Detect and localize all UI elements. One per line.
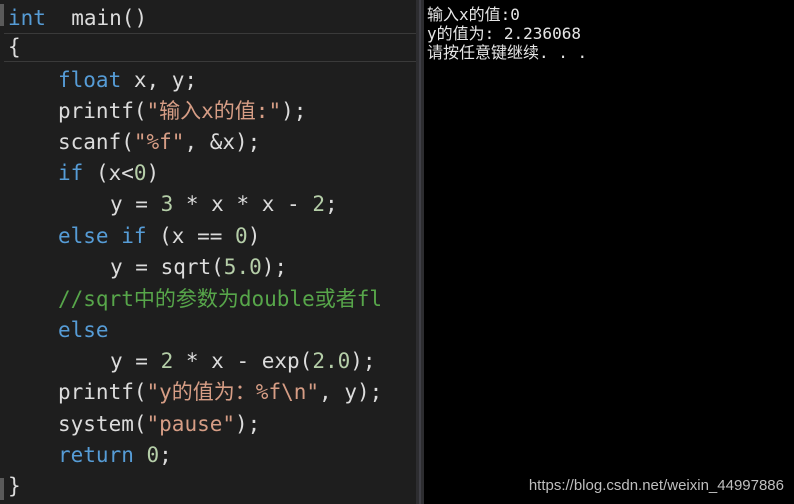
code-token-txt: y = sqrt( (110, 255, 224, 279)
code-line: else (58, 316, 109, 344)
code-token-num: 0 (133, 161, 147, 185)
code-line: } (8, 472, 21, 500)
code-token-num: 0 (146, 443, 160, 467)
code-token-txt: (x< (83, 161, 134, 185)
code-token-txt: (x == (146, 224, 236, 248)
code-editor[interactable]: int main(){float x, y; printf("输入x的值:"); s… (0, 0, 416, 504)
code-line: return 0; (58, 441, 172, 469)
code-token-txt: y = (110, 192, 161, 216)
console-window[interactable]: 输入x的值:0 y的值为: 2.236068 请按任意键继续. . . (424, 0, 794, 504)
console-line-input-prompt: 输入x的值:0 (427, 5, 520, 24)
pane-divider-line (419, 0, 421, 504)
gutter-marker-top (0, 4, 4, 26)
code-token-str: "输入x的值:" (146, 99, 282, 123)
code-token-txt: x, y; (121, 68, 198, 92)
code-line: if (x<0) (58, 159, 159, 187)
code-token-num: 0 (235, 224, 248, 248)
code-token-txt: ; (324, 192, 338, 216)
code-line: y = 3 * x * x - 2; (110, 190, 338, 218)
code-token-kw: if (58, 161, 84, 185)
code-token-txt: y = (110, 349, 161, 373)
code-line: int main() (8, 4, 147, 32)
code-token-txt: * x - exp( (173, 349, 313, 373)
code-token-kw: return (58, 443, 134, 467)
code-line: y = 2 * x - exp(2.0); (110, 347, 376, 375)
console-line-result: y的值为: 2.236068 (427, 24, 581, 43)
code-token-txt: , &x); (184, 130, 261, 154)
code-token-kw: else if (58, 224, 147, 248)
code-token-txt: ); (235, 412, 261, 436)
code-token-txt: printf( (58, 380, 147, 404)
code-token-txt: main() (45, 6, 148, 30)
code-line: scanf("%f", &x); (58, 128, 260, 156)
code-token-txt: { (8, 35, 21, 59)
code-token-str: "%f" (133, 130, 185, 154)
code-line: printf("输入x的值:"); (58, 97, 306, 125)
code-token-kw: else (58, 318, 109, 342)
code-token-txt: system( (58, 412, 147, 436)
code-token-kw: int (8, 6, 46, 30)
code-token-txt: * x * x - (173, 192, 313, 216)
code-token-txt: ); (350, 349, 376, 373)
code-token-num: 5.0 (223, 255, 262, 279)
code-token-txt: scanf( (58, 130, 134, 154)
code-line: else if (x == 0) (58, 222, 260, 250)
code-line: y = sqrt(5.0); (110, 253, 287, 281)
code-token-txt: ); (281, 99, 307, 123)
code-token-txt: printf( (58, 99, 147, 123)
gutter-marker-bottom (0, 478, 4, 500)
code-token-num: 3 (160, 192, 174, 216)
code-token-str: "pause" (146, 412, 236, 436)
code-line: system("pause"); (58, 410, 260, 438)
code-line: //sqrt中的参数为double或者fl (58, 285, 382, 313)
code-token-num: 2 (312, 192, 325, 216)
code-token-cmt: //sqrt中的参数为double或者fl (58, 287, 383, 311)
code-token-num: 2.0 (312, 349, 351, 373)
code-token-txt: ; (159, 443, 172, 467)
code-token-num: 2 (160, 349, 174, 373)
code-line: printf("y的值为：%f\n", y); (58, 378, 382, 406)
code-token-txt: } (8, 474, 21, 498)
current-line-highlight (4, 33, 416, 62)
code-token-kw: float (58, 68, 122, 92)
code-token-txt: , y); (319, 380, 383, 404)
code-token-txt: ); (261, 255, 288, 279)
console-line-pause: 请按任意键继续. . . (427, 43, 588, 62)
code-line: float x, y; (58, 66, 197, 94)
code-token-txt: ) (247, 224, 261, 248)
code-line: { (8, 33, 21, 61)
code-token-str: "y的值为：%f\n" (146, 380, 320, 404)
watermark-url: https://blog.csdn.net/weixin_44997886 (528, 477, 784, 494)
code-token-txt: ) (146, 161, 160, 185)
